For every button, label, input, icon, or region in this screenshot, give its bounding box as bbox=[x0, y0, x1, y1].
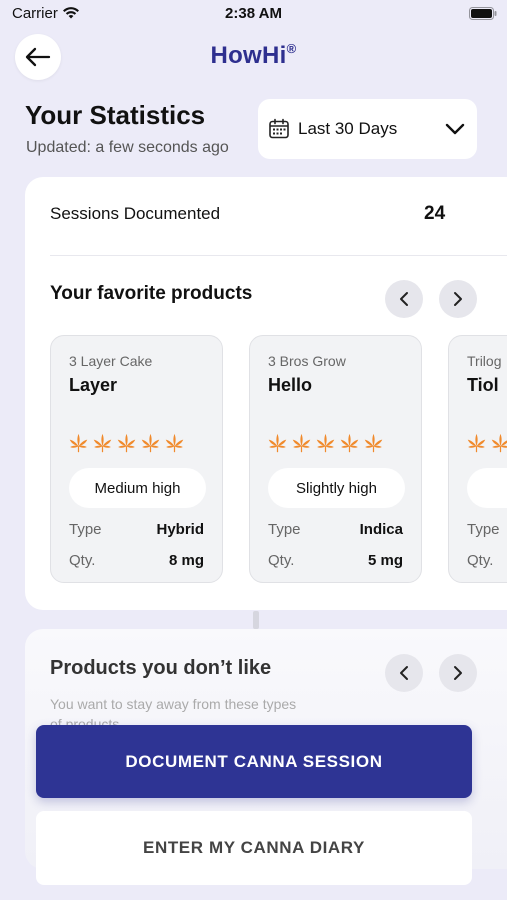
type-label: Type bbox=[268, 521, 301, 538]
cannabis-leaf-icon bbox=[68, 433, 89, 454]
qty-label: Qty. bbox=[467, 552, 494, 569]
product-card[interactable]: 3 Layer Cake Layer Medium high Type Hybr… bbox=[50, 335, 223, 583]
cannabis-leaf-icon bbox=[140, 433, 161, 454]
product-brand: 3 Layer Cake bbox=[69, 353, 153, 369]
favorites-title: Your favorite products bbox=[50, 283, 253, 304]
dislikes-title: Products you don’t like bbox=[50, 657, 272, 679]
favorite-products-carousel[interactable]: 3 Layer Cake Layer Medium high Type Hybr… bbox=[50, 335, 507, 585]
cannabis-leaf-icon bbox=[164, 433, 185, 454]
effect-badge: Medium high bbox=[69, 468, 206, 508]
type-value: Indica bbox=[359, 521, 403, 538]
document-session-button[interactable]: DOCUMENT CANNA SESSION bbox=[36, 725, 472, 798]
type-label: Type bbox=[467, 521, 500, 538]
type-label: Type bbox=[69, 521, 102, 538]
favorites-prev-button[interactable] bbox=[385, 280, 423, 318]
page-title: Your Statistics bbox=[25, 100, 206, 130]
product-rating bbox=[466, 433, 507, 454]
product-name: Hello bbox=[268, 375, 313, 395]
favorites-next-button[interactable] bbox=[439, 280, 477, 318]
registered-mark: ® bbox=[286, 41, 297, 56]
cannabis-leaf-icon bbox=[116, 433, 137, 454]
statistics-card: Sessions Documented 24 Your favorite pro… bbox=[25, 177, 507, 610]
sessions-count: 24 bbox=[424, 203, 446, 224]
chevron-left-icon bbox=[400, 292, 408, 306]
qty-value: 5 mg bbox=[367, 552, 403, 569]
enter-diary-button[interactable]: ENTER MY CANNA DIARY bbox=[36, 811, 472, 885]
app-logo: HowHi® bbox=[210, 41, 297, 69]
battery-icon bbox=[469, 7, 497, 20]
chevron-left-icon bbox=[400, 666, 408, 680]
dislikes-next-button[interactable] bbox=[439, 654, 477, 692]
product-card[interactable]: 3 Bros Grow Hello Slightly high Type Ind… bbox=[249, 335, 422, 583]
calendar-icon bbox=[269, 118, 289, 139]
type-value: Hybrid bbox=[156, 521, 204, 538]
cannabis-leaf-icon bbox=[315, 433, 336, 454]
product-rating bbox=[267, 433, 384, 454]
sessions-label: Sessions Documented bbox=[50, 204, 221, 223]
product-name: Tiol bbox=[467, 375, 499, 395]
date-range-value: Last 30 Days bbox=[298, 119, 398, 138]
product-card[interactable]: Trilog Tiol Type Qty. bbox=[448, 335, 507, 583]
cannabis-leaf-icon bbox=[267, 433, 288, 454]
status-bar: Carrier 2:38 AM bbox=[0, 0, 507, 28]
qty-label: Qty. bbox=[69, 552, 96, 569]
chevron-down-icon bbox=[445, 123, 465, 135]
updated-label: Updated: a few seconds ago bbox=[26, 139, 229, 156]
effect-badge bbox=[467, 468, 507, 508]
cannabis-leaf-icon bbox=[92, 433, 113, 454]
product-name: Layer bbox=[69, 375, 118, 395]
divider bbox=[50, 255, 507, 256]
chevron-right-icon bbox=[454, 666, 462, 680]
cannabis-leaf-icon bbox=[363, 433, 384, 454]
cannabis-leaf-icon bbox=[490, 433, 507, 454]
cannabis-leaf-icon bbox=[291, 433, 312, 454]
product-brand: Trilog bbox=[467, 353, 502, 369]
product-brand: 3 Bros Grow bbox=[268, 353, 346, 369]
qty-value: 8 mg bbox=[168, 552, 204, 569]
product-rating bbox=[68, 433, 185, 454]
chevron-right-icon bbox=[454, 292, 462, 306]
cannabis-leaf-icon bbox=[339, 433, 360, 454]
qty-label: Qty. bbox=[268, 552, 295, 569]
dislikes-prev-button[interactable] bbox=[385, 654, 423, 692]
cannabis-leaf-icon bbox=[466, 433, 487, 454]
effect-badge: Slightly high bbox=[268, 468, 405, 508]
clock: 2:38 AM bbox=[225, 5, 282, 22]
scroll-indicator bbox=[253, 611, 259, 629]
date-range-select[interactable]: Last 30 Days bbox=[258, 99, 477, 159]
